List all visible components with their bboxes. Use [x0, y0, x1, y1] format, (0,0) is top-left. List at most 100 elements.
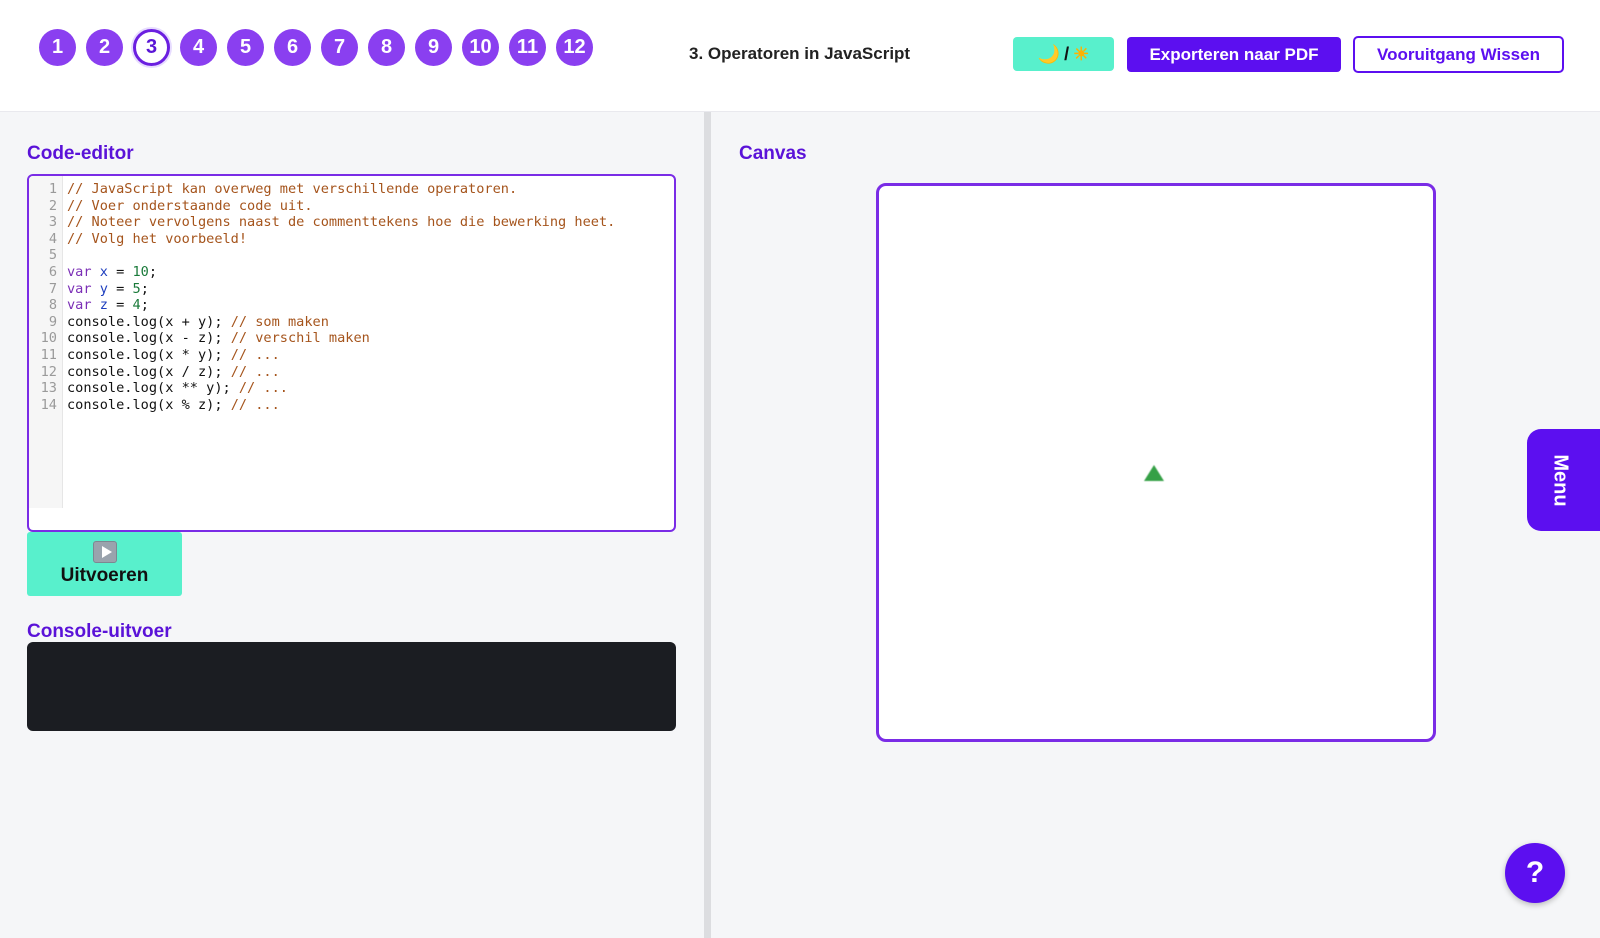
code-token: ;	[140, 297, 149, 314]
code-token: console.log(x * y);	[67, 346, 231, 363]
code-token: x	[99, 263, 108, 280]
menu-tab-button[interactable]: Menu	[1527, 429, 1600, 531]
reset-progress-button[interactable]: Vooruitgang Wissen	[1353, 36, 1564, 73]
play-icon	[92, 541, 117, 563]
line-number: 13	[40, 380, 57, 397]
code-text[interactable]: console.log(x / z); // ...	[59, 364, 280, 381]
code-editor[interactable]: 1 // JavaScript kan overweg met verschill…	[27, 174, 676, 532]
lesson-button-12[interactable]: 12	[556, 29, 593, 66]
lesson-button-10[interactable]: 10	[462, 29, 499, 66]
line-number: 11	[40, 346, 57, 363]
code-line[interactable]: 12 console.log(x / z); // ...	[29, 364, 674, 381]
code-token: ;	[148, 263, 158, 280]
lesson-button-2[interactable]: 2	[86, 29, 123, 66]
code-line[interactable]: 11 console.log(x * y); // ...	[29, 347, 674, 364]
code-token: 4	[132, 297, 141, 314]
line-number: 12	[40, 363, 57, 380]
code-line[interactable]: 3 // Noteer vervolgens naast de commentte…	[29, 214, 674, 231]
code-token: // ...	[230, 363, 280, 380]
code-line[interactable]: 1 // JavaScript kan overweg met verschill…	[29, 181, 674, 198]
code-token: // Noteer vervolgens naast de commenttek…	[67, 214, 616, 231]
lesson-button-3[interactable]: 3	[133, 29, 170, 66]
code-text[interactable]: console.log(x - z); // verschil maken	[59, 330, 370, 347]
lesson-button-11[interactable]: 11	[509, 29, 546, 66]
code-line[interactable]: 13 console.log(x ** y); // ...	[29, 380, 674, 397]
help-button[interactable]: ?	[1505, 843, 1565, 903]
drawing-canvas[interactable]	[876, 183, 1436, 742]
code-token: // ...	[230, 396, 280, 413]
code-text[interactable]: // Noteer vervolgens naast de commenttek…	[59, 214, 615, 231]
turtle-cursor-icon	[1144, 465, 1164, 481]
code-token: console.log(x % z);	[67, 396, 231, 413]
line-number: 5	[48, 247, 57, 264]
code-text[interactable]: console.log(x + y); // som maken	[59, 314, 329, 331]
code-line[interactable]: 5	[29, 247, 674, 264]
code-token: // JavaScript kan overweg met verschille…	[67, 181, 518, 197]
code-text[interactable]: // JavaScript kan overweg met verschille…	[59, 181, 517, 198]
code-token: z	[99, 297, 108, 314]
code-token: console.log(x ** y);	[67, 380, 239, 397]
lesson-button-9[interactable]: 9	[415, 29, 452, 66]
console-output-title: Console-uitvoer	[27, 621, 172, 642]
lesson-button-6[interactable]: 6	[274, 29, 311, 66]
lesson-button-5[interactable]: 5	[227, 29, 264, 66]
code-line[interactable]: 6 var x = 10;	[29, 264, 674, 281]
code-text[interactable]: // Volg het voorbeeld!	[59, 231, 247, 248]
theme-toggle-button[interactable]: 🌙 / ☀	[1013, 37, 1114, 71]
code-text[interactable]: // Voer onderstaande code uit.	[59, 198, 313, 215]
lesson-button-8[interactable]: 8	[368, 29, 405, 66]
line-number: 9	[48, 313, 57, 330]
lesson-button-1[interactable]: 1	[39, 29, 76, 66]
code-token: =	[107, 263, 133, 280]
code-content[interactable]: 1 // JavaScript kan overweg met verschill…	[29, 181, 674, 413]
code-line[interactable]: 10 console.log(x - z); // verschil maken	[29, 330, 674, 347]
run-button-label: Uitvoeren	[60, 565, 149, 586]
code-editor-title: Code-editor	[27, 143, 134, 164]
code-text[interactable]: var x = 10;	[59, 264, 157, 281]
console-output	[27, 642, 676, 731]
code-token: 10	[132, 263, 149, 280]
lesson-button-7[interactable]: 7	[321, 29, 358, 66]
export-pdf-button[interactable]: Exporteren naar PDF	[1127, 37, 1341, 72]
canvas-title: Canvas	[739, 143, 807, 164]
pane-resize-handle[interactable]	[704, 112, 711, 938]
code-token: // ...	[230, 346, 280, 363]
code-token: var	[67, 297, 92, 314]
code-token: =	[107, 297, 133, 314]
code-text[interactable]: var y = 5;	[59, 281, 149, 298]
code-token: ;	[140, 280, 149, 297]
menu-tab-label: Menu	[1549, 453, 1572, 507]
code-text[interactable]: console.log(x ** y); // ...	[59, 380, 288, 397]
lesson-navigation: 1 2 3 4 5 6 7 8 9 10 11 12	[39, 29, 593, 66]
code-line[interactable]: 8 var z = 4;	[29, 297, 674, 314]
line-number: 10	[40, 330, 57, 347]
line-number: 3	[48, 214, 57, 231]
code-text[interactable]: console.log(x * y); // ...	[59, 347, 280, 364]
moon-icon: 🌙	[1037, 43, 1061, 64]
code-token: 5	[132, 280, 141, 297]
line-number: 2	[48, 197, 57, 214]
run-button[interactable]: Uitvoeren	[27, 532, 182, 596]
code-text[interactable]: console.log(x % z); // ...	[59, 397, 280, 414]
code-line[interactable]: 14 console.log(x % z); // ...	[29, 397, 674, 414]
page-title: 3. Operatoren in JavaScript	[689, 44, 911, 63]
code-line[interactable]: 7 var y = 5;	[29, 281, 674, 298]
code-text[interactable]	[59, 247, 67, 264]
code-line[interactable]: 2 // Voer onderstaande code uit.	[29, 198, 674, 215]
code-token: // ...	[238, 380, 288, 397]
theme-separator: /	[1064, 43, 1070, 64]
line-number: 4	[48, 230, 57, 247]
code-token: var	[67, 280, 92, 297]
code-text[interactable]: var z = 4;	[59, 297, 149, 314]
code-token: console.log(x / z);	[67, 363, 231, 380]
code-token: // Voer onderstaande code uit.	[67, 197, 313, 214]
line-number: 6	[48, 263, 57, 280]
code-token: // som maken	[230, 313, 329, 330]
code-line[interactable]: 4 // Volg het voorbeeld!	[29, 231, 674, 248]
code-line[interactable]: 9 console.log(x + y); // som maken	[29, 314, 674, 331]
line-number: 1	[48, 181, 57, 197]
lesson-button-4[interactable]: 4	[180, 29, 217, 66]
line-number: 14	[40, 396, 57, 413]
